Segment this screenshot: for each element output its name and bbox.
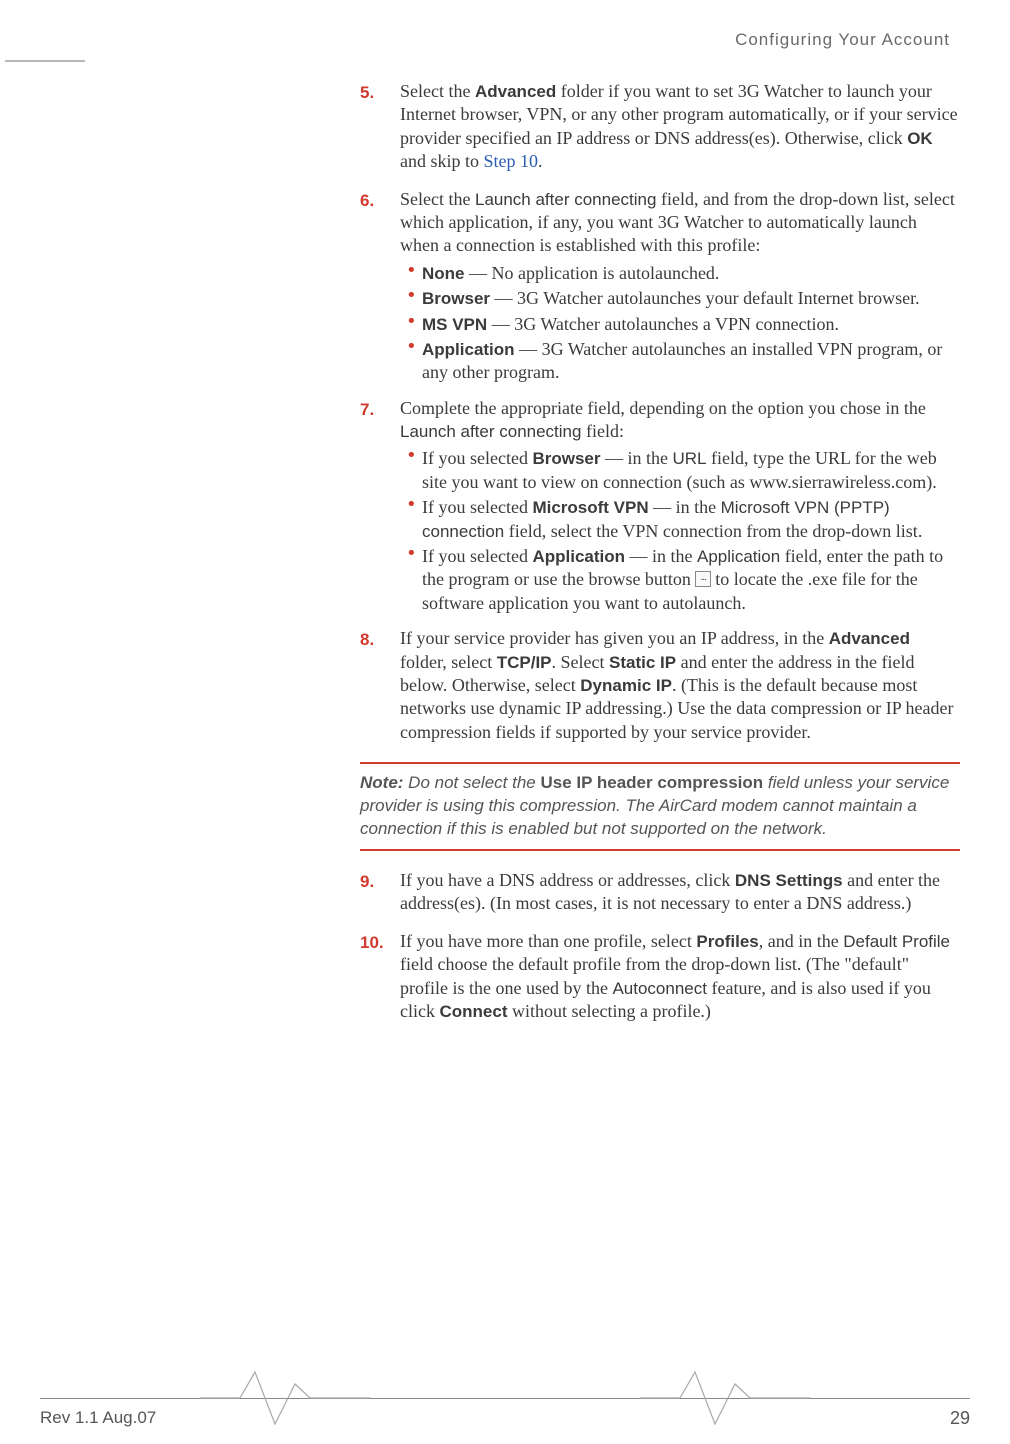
text: . — [538, 151, 543, 171]
step-text: Select the Advanced folder if you want t… — [400, 80, 960, 174]
text: and skip to — [400, 151, 484, 171]
step-text: If you have more than one profile, selec… — [400, 930, 960, 1024]
text: If you selected — [422, 497, 532, 517]
bold: DNS Settings — [735, 871, 843, 890]
bold: Microsoft VPN — [532, 498, 648, 517]
browse-button-icon: ... — [695, 571, 710, 587]
step-number: 6. — [360, 188, 400, 212]
text: Select the — [400, 189, 475, 209]
text: — No application is autolaunched. — [469, 263, 719, 283]
text: field, select the VPN connection from th… — [504, 521, 922, 541]
list-item: If you selected Application — in the App… — [400, 545, 960, 615]
bold: TCP/IP — [497, 653, 552, 672]
ui-field-name: URL — [672, 449, 706, 468]
ui-field-name: Launch after connecting — [475, 190, 656, 209]
bold: Browser — [422, 289, 490, 308]
bold: None — [422, 264, 465, 283]
bold: Profiles — [696, 932, 758, 951]
step-6: 6. Select the Launch after connecting fi… — [360, 188, 960, 387]
page-header: Configuring Your Account — [735, 30, 950, 50]
list-item: Browser — 3G Watcher autolaunches your d… — [400, 287, 960, 310]
text: , and in the — [759, 931, 843, 951]
list-item: MS VPN — 3G Watcher autolaunches a VPN c… — [400, 313, 960, 336]
sub-list: If you selected Browser — in the URL fie… — [400, 447, 960, 615]
bold: Advanced — [829, 629, 910, 648]
text: Do not select the — [408, 773, 540, 792]
page-number: 29 — [950, 1408, 970, 1429]
step-9: 9. If you have a DNS address or addresse… — [360, 869, 960, 920]
text: . Select — [552, 652, 609, 672]
text: If you have more than one profile, selec… — [400, 931, 696, 951]
bold: MS VPN — [422, 315, 487, 334]
text: field: — [581, 421, 624, 441]
ui-field-name: Autoconnect — [612, 979, 707, 998]
list-item: If you selected Microsoft VPN — in the M… — [400, 496, 960, 543]
text: If your service provider has given you a… — [400, 628, 829, 648]
step-text: If your service provider has given you a… — [400, 627, 960, 744]
text: folder, select — [400, 652, 497, 672]
text: Complete the appropriate field, dependin… — [400, 398, 926, 418]
step-7: 7. Complete the appropriate field, depen… — [360, 397, 960, 618]
text: without selecting a profile.) — [507, 1001, 710, 1021]
step-number: 8. — [360, 627, 400, 651]
sub-list: None — No application is autolaunched. B… — [400, 262, 960, 385]
text: — 3G Watcher autolaunches a VPN connecti… — [492, 314, 839, 334]
text: — in the — [649, 497, 721, 517]
text: — in the — [600, 448, 672, 468]
step-link[interactable]: Step 10 — [484, 151, 539, 171]
step-number: 5. — [360, 80, 400, 104]
ui-field-name: Launch after connecting — [400, 422, 581, 441]
bold: Application — [532, 547, 625, 566]
bold: Application — [422, 340, 515, 359]
footer-rule — [40, 1398, 970, 1399]
bold: Use IP header compression — [540, 773, 763, 792]
text: — 3G Watcher autolaunches your default I… — [495, 288, 920, 308]
page-footer: Rev 1.1 Aug.07 29 — [0, 1364, 1010, 1444]
note-callout: Note: Do not select the Use IP header co… — [360, 762, 960, 851]
bold: Browser — [532, 449, 600, 468]
page-content: 5. Select the Advanced folder if you wan… — [360, 80, 960, 1037]
bold: Dynamic IP — [580, 676, 672, 695]
step-number: 10. — [360, 930, 400, 954]
bold: OK — [907, 129, 933, 148]
header-rule — [5, 60, 85, 62]
text: If you selected — [422, 448, 532, 468]
bold: Connect — [439, 1002, 507, 1021]
text: If you have a DNS address or addresses, … — [400, 870, 735, 890]
step-5: 5. Select the Advanced folder if you wan… — [360, 80, 960, 178]
bold: Advanced — [475, 82, 556, 101]
step-text: If you have a DNS address or addresses, … — [400, 869, 960, 916]
step-text: Select the Launch after connecting field… — [400, 188, 960, 258]
step-number: 9. — [360, 869, 400, 893]
list-item: Application — 3G Watcher autolaunches an… — [400, 338, 960, 385]
step-number: 7. — [360, 397, 400, 421]
ui-field-name: Application — [697, 547, 780, 566]
footer-revision: Rev 1.1 Aug.07 — [40, 1408, 156, 1428]
ui-field-name: Default Profile — [843, 932, 950, 951]
bold: Static IP — [609, 653, 676, 672]
note-label: Note: — [360, 773, 408, 792]
text: — in the — [625, 546, 697, 566]
step-8: 8. If your service provider has given yo… — [360, 627, 960, 748]
step-text: Complete the appropriate field, dependin… — [400, 397, 960, 444]
text: Select the — [400, 81, 475, 101]
footer-wave-icon — [640, 1364, 810, 1434]
list-item: None — No application is autolaunched. — [400, 262, 960, 285]
footer-wave-icon — [200, 1364, 370, 1434]
text: If you selected — [422, 546, 532, 566]
step-10: 10. If you have more than one profile, s… — [360, 930, 960, 1028]
list-item: If you selected Browser — in the URL fie… — [400, 447, 960, 494]
